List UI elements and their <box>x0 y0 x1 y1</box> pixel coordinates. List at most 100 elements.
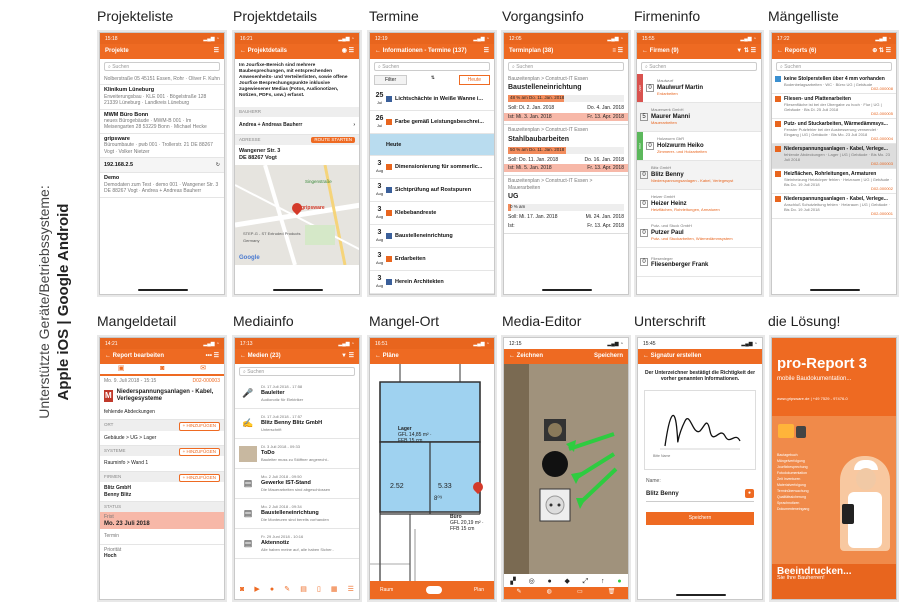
brush-icon[interactable]: ▞ <box>510 578 515 585</box>
media-item[interactable]: ✍ Di. 17 Juli 2018 - 17:57 Blitz Benny Bli… <box>235 409 359 439</box>
back-icon[interactable]: ← <box>777 48 785 54</box>
chat-icon[interactable]: ◍ <box>547 589 552 599</box>
back-icon[interactable]: ← <box>643 353 651 359</box>
appointment-item[interactable]: 25 Jul Lichtschächte in Weiße Wanne i... <box>370 88 494 112</box>
arrow-tool-icon[interactable]: ↑ <box>601 578 605 585</box>
list-icon[interactable]: ☰ <box>348 586 354 593</box>
color-picker-icon[interactable]: ● <box>617 578 621 585</box>
appointment-item[interactable]: 3 Aug Dimensionierung für sommerlic... <box>370 156 494 180</box>
text-icon[interactable]: ▭ <box>577 589 583 599</box>
company-item[interactable]: 0 Fliesenleger Fliesenberger Frank <box>637 248 761 277</box>
shape-tool-icon[interactable]: ◆ <box>564 578 569 585</box>
back-icon[interactable]: ← <box>375 353 383 359</box>
menu-icon[interactable]: ☰ <box>751 48 756 54</box>
contact-icon[interactable]: ● <box>745 489 754 499</box>
back-icon[interactable]: ← <box>509 353 517 359</box>
sync-icon[interactable]: ↻ <box>216 162 220 168</box>
company-item[interactable]: 0 Blitz GmbH Blitz Benny Niederspannungsanl… <box>637 161 761 190</box>
add-icon[interactable]: ⊕ <box>872 48 877 54</box>
file-icon[interactable]: ▯ <box>317 586 321 593</box>
media-item[interactable]: 🎤 Di. 17 Juli 2018 - 17:58 Bauleiter Audion… <box>235 379 359 409</box>
company-item[interactable]: AMV 0 Maulwurf Maulwurf Martin Erdarbeiten <box>637 74 761 103</box>
line-tool-icon[interactable]: ⤢ <box>583 578 589 585</box>
edit-icon[interactable]: ✎ <box>517 589 522 599</box>
add-system-button[interactable]: + HINZUFÜGEN <box>178 448 220 457</box>
photo-canvas[interactable] <box>504 364 628 574</box>
schedule-block[interactable]: Bauzeitenplan > Construct-IT Essen > Mau… <box>504 176 628 235</box>
project-item[interactable]: gripsware Büroumbaute · pwb 001 · Troller… <box>100 134 224 159</box>
signature-pad[interactable]: Bitte Name <box>644 390 756 470</box>
stamp-icon[interactable]: ● <box>547 578 551 585</box>
search-input[interactable]: ⌕ Suchen <box>104 62 220 71</box>
schedule-block[interactable]: Bauzeitenplan > Construct-IT Essen Stahlb… <box>504 125 628 177</box>
termin-row[interactable]: Termin <box>100 529 224 545</box>
report-item[interactable]: Niederspannungsanlagen - Kabel, Verlege.… <box>772 144 896 169</box>
delete-icon[interactable]: 🗑 <box>608 589 616 599</box>
today-marker[interactable]: Heute <box>370 134 494 157</box>
media-item[interactable]: Di. 3 Juli 2018 - 09:33 ToDo Bauleiter mus… <box>235 439 359 469</box>
report-item[interactable]: Niederspannungsanlagen - Kabel, Verlege.… <box>772 194 896 219</box>
menu-icon[interactable]: ☰ <box>484 48 489 54</box>
menu-icon[interactable]: ☰ <box>349 353 354 359</box>
name-field[interactable]: Blitz Benny ● <box>646 486 754 503</box>
save-signature-button[interactable]: Speichern <box>646 512 754 525</box>
filter-icon[interactable]: ≡ <box>612 48 616 54</box>
raum-toggle[interactable]: Raum <box>380 587 393 593</box>
bauherr-row[interactable]: Andrea + Andreas Bauherr › <box>235 117 359 135</box>
note-icon[interactable]: ▦ <box>331 586 338 593</box>
floor-plan[interactable]: Lager GFL 14,85 m² · FFB 15 cm Büro GFL 20… <box>370 364 494 582</box>
project-item[interactable]: Nolberstraße 05 45151 Essen, Rohr · Oliv… <box>100 74 224 86</box>
menu-icon[interactable]: ☰ <box>214 353 219 359</box>
search-input[interactable]: ⌕ Suchen <box>239 367 355 376</box>
appointment-item[interactable]: 3 Aug Sichtprüfung auf Rostspuren <box>370 179 494 203</box>
add-firma-button[interactable]: + HINZUFÜGEN <box>178 473 220 483</box>
project-item[interactable]: 192.168.2.5 ↻ <box>100 158 224 174</box>
back-icon[interactable]: ← <box>642 48 650 54</box>
search-input[interactable]: ⌕ Suchen <box>374 62 490 71</box>
route-button[interactable]: ROUTE STARTEN <box>311 136 355 144</box>
sort-icon[interactable]: ⇅ <box>879 48 884 54</box>
plan-toggle[interactable]: Plan <box>474 587 484 593</box>
prio-row[interactable]: Priorität Hoch <box>100 545 224 562</box>
filter-icon[interactable]: ▼ <box>736 48 742 54</box>
tab-report-icon[interactable]: ▣ <box>118 365 125 372</box>
report-item[interactable]: Putz- und Stuckarbeiten, Wärmedämmsys...… <box>772 119 896 144</box>
report-item[interactable]: keine Stolperstellen über 4 mm vorhanden… <box>772 74 896 94</box>
filter-icon[interactable]: ▼ <box>341 353 347 359</box>
doc-icon[interactable]: ▤ <box>300 586 307 593</box>
company-item[interactable]: 5 Mauerwerk GmbH Maurer Manni Mauerarbeiten <box>637 103 761 132</box>
company-item[interactable]: ZHH 0 Holzwurm GbR Holzwurm Heiko Zimmerer- … <box>637 132 761 161</box>
toggle-switch[interactable] <box>425 586 442 594</box>
sort-icon[interactable]: ⇅ <box>744 48 749 54</box>
back-icon[interactable]: ← <box>375 48 383 54</box>
schedule-block[interactable]: Bauzeitenplan > Construct-IT Essen Bauste… <box>504 74 628 126</box>
project-item[interactable]: Demo Demodaten zum Test · demo 001 · Wang… <box>100 173 224 198</box>
firma-row[interactable]: Blitz GmbH Benny Blitz <box>100 482 224 503</box>
system-row[interactable]: Rauminfo > Wand 1 <box>100 456 224 472</box>
appointment-item[interactable]: 26 Jul Farbe gemäß Leistungsbeschrei... <box>370 111 494 135</box>
menu-icon[interactable]: ☰ <box>349 48 354 54</box>
media-item[interactable]: ▤ Mo. 2 Juli 2018 - 09:34 Baustelleneinric… <box>235 499 359 529</box>
search-input[interactable]: ⌕ Suchen <box>776 62 892 71</box>
ort-row[interactable]: Gebäude > UG > Lager <box>100 431 224 447</box>
appointment-item[interactable]: 3 Aug Klebebandreste <box>370 202 494 226</box>
frist-row[interactable]: Frist Mo. 23 Juli 2018 <box>100 512 224 530</box>
report-item[interactable]: Fliesen- und Plattenarbeiten Fliesenfläch… <box>772 94 896 119</box>
sort-icon[interactable]: ⇅ <box>431 75 435 85</box>
back-icon[interactable]: ← <box>240 353 248 359</box>
video-icon[interactable]: ▶ <box>254 586 259 593</box>
company-item[interactable]: 0 Heizer GmbH Heizer Heinz Heizflächen, Roh… <box>637 190 761 219</box>
media-item[interactable]: ▤ Fr. 29 Juni 2018 - 10:16 Aktennotiz Alle … <box>235 529 359 559</box>
tab-camera-icon[interactable]: ◙ <box>160 365 164 372</box>
appointment-item[interactable]: 3 Aug Baustelleneinrichtung <box>370 225 494 249</box>
add-ort-button[interactable]: + HINZUFÜGEN <box>178 422 220 431</box>
mic-icon[interactable]: ● <box>270 586 274 593</box>
appointment-item[interactable]: 3 Aug Herein Architekten <box>370 271 494 294</box>
eye-icon[interactable]: ◉ <box>342 48 347 54</box>
menu-icon[interactable]: ☰ <box>618 48 623 54</box>
today-button[interactable]: Heute <box>458 75 490 86</box>
more-icon[interactable]: ••• <box>206 353 212 359</box>
back-icon[interactable]: ← <box>105 353 113 359</box>
search-input[interactable]: ⌕ Suchen <box>641 62 757 71</box>
pen-icon[interactable]: ✎ <box>284 586 290 593</box>
